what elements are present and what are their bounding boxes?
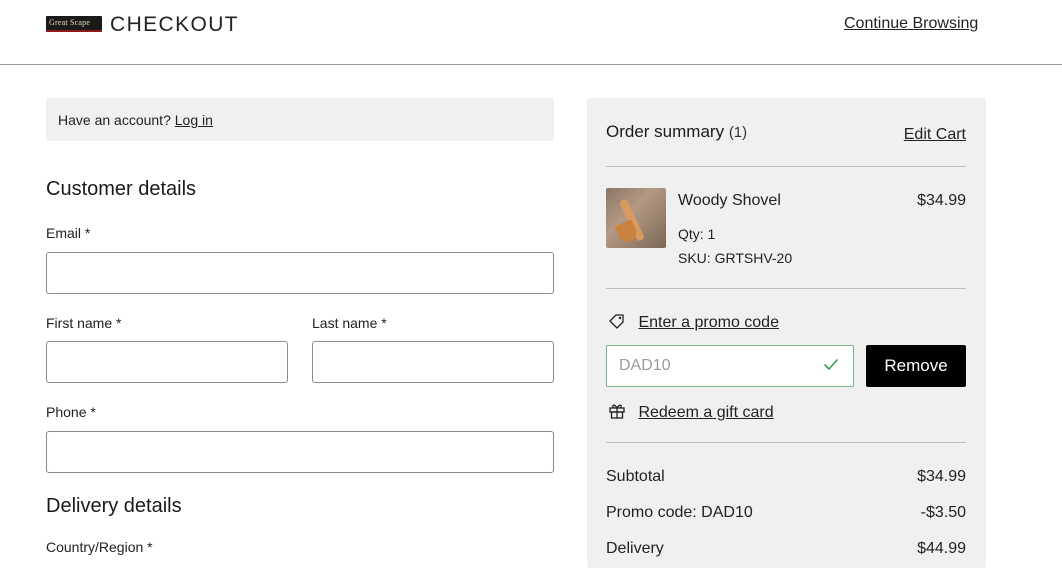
phone-field[interactable] — [46, 431, 554, 473]
phone-label: Phone * — [46, 404, 96, 420]
delivery-value: $44.99 — [917, 540, 966, 557]
header: Great Scape CHECKOUT Continue Browsing — [0, 0, 1062, 65]
check-icon — [824, 359, 838, 370]
divider — [606, 166, 966, 167]
first-name-field[interactable] — [46, 341, 288, 383]
divider — [606, 442, 966, 443]
edit-cart-link[interactable]: Edit Cart — [904, 126, 966, 144]
store-logo[interactable]: Great Scape — [46, 16, 102, 32]
product-thumbnail — [606, 188, 666, 248]
redeem-gift-card-link[interactable]: Redeem a gift card — [638, 404, 773, 421]
login-link[interactable]: Log in — [175, 112, 213, 128]
order-summary-title: Order summary (1) — [606, 122, 747, 142]
gift-card-row[interactable]: Redeem a gift card — [608, 402, 774, 422]
divider — [606, 288, 966, 289]
promo-discount-value: -$3.50 — [920, 504, 966, 521]
tag-icon — [609, 314, 624, 329]
order-item-count: (1) — [728, 124, 748, 141]
product-name: Woody Shovel — [678, 192, 781, 209]
last-name-label: Last name * — [312, 315, 387, 331]
promo-code-row[interactable]: Enter a promo code — [608, 312, 779, 332]
product-qty: Qty: 1 — [678, 226, 716, 242]
account-banner: Have an account? Log in — [46, 98, 554, 141]
product-price: $34.99 — [917, 192, 966, 209]
first-name-label: First name * — [46, 315, 122, 331]
logo-text: Great Scape — [49, 18, 91, 27]
account-prompt: Have an account? — [58, 112, 171, 128]
email-label: Email * — [46, 225, 91, 241]
last-name-field[interactable] — [312, 341, 554, 383]
order-summary-heading: Order summary — [606, 122, 725, 141]
continue-browsing-link[interactable]: Continue Browsing — [844, 15, 978, 33]
delivery-details-title: Delivery details — [46, 495, 182, 517]
page-title: CHECKOUT — [110, 13, 240, 36]
email-field[interactable] — [46, 252, 554, 294]
gift-icon — [609, 404, 625, 419]
order-summary-panel: Order summary (1) Edit Cart Woody Shovel… — [587, 98, 986, 568]
promo-discount-label: Promo code: DAD10 — [606, 504, 753, 521]
delivery-label: Delivery — [606, 540, 664, 557]
enter-promo-code-link[interactable]: Enter a promo code — [638, 314, 779, 331]
customer-details-title: Customer details — [46, 178, 197, 200]
product-sku: SKU: GRTSHV-20 — [678, 250, 793, 266]
subtotal-value: $34.99 — [917, 468, 966, 485]
country-label: Country/Region * — [46, 539, 153, 555]
remove-promo-button[interactable]: Remove — [866, 345, 966, 387]
account-prompt-row: Have an account? Log in — [58, 112, 213, 128]
subtotal-label: Subtotal — [606, 468, 665, 485]
promo-code-input[interactable] — [606, 345, 854, 387]
logo-stripe — [46, 30, 102, 32]
